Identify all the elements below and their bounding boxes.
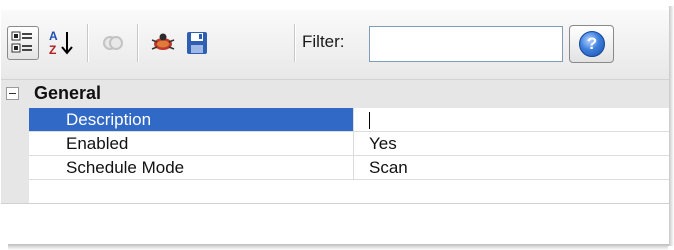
svg-text:Z: Z: [49, 43, 56, 57]
property-grid: General Description Enabled Yes Schedule…: [1, 80, 669, 244]
property-row-schedule-mode[interactable]: Schedule Mode Scan: [29, 156, 669, 180]
property-grid-panel: A Z Filter: ? General Description Enable…: [0, 0, 669, 244]
property-pages-button[interactable]: [97, 26, 129, 60]
collapse-icon[interactable]: [6, 87, 19, 100]
save-button[interactable]: [181, 26, 213, 60]
property-name[interactable]: Enabled: [29, 132, 354, 155]
debug-button[interactable]: [147, 26, 179, 60]
property-pages-icon: [97, 36, 129, 64]
property-row-description[interactable]: Description: [29, 108, 669, 132]
grid-gutter: [1, 108, 29, 204]
toolbar-separator: [87, 24, 88, 62]
categorized-icon: [8, 31, 38, 63]
top-strip: [1, 0, 669, 10]
sort-az-icon: A Z: [45, 29, 77, 64]
category-label: General: [34, 83, 102, 103]
toolbar-separator: [137, 24, 138, 62]
property-value[interactable]: Scan: [355, 156, 669, 179]
text-caret: [369, 112, 370, 130]
save-icon: [181, 32, 213, 64]
help-icon: ?: [579, 31, 605, 57]
window-shadow-bottom: [8, 244, 668, 250]
alphabetical-sort-button[interactable]: A Z: [45, 26, 77, 60]
property-value[interactable]: Yes: [355, 132, 669, 155]
toolbar-separator: [294, 24, 295, 62]
filter-input[interactable]: [369, 26, 563, 62]
categorized-view-button[interactable]: [7, 26, 39, 60]
help-button[interactable]: ?: [569, 25, 614, 63]
svg-text:A: A: [49, 29, 58, 43]
bug-icon: [147, 33, 179, 64]
category-row-general[interactable]: General: [1, 80, 669, 108]
property-row-enabled[interactable]: Enabled Yes: [29, 132, 669, 156]
filter-label: Filter:: [302, 32, 345, 51]
property-name[interactable]: Schedule Mode: [29, 156, 354, 179]
property-name[interactable]: Description: [29, 108, 354, 131]
grid-footer-divider: [1, 203, 669, 204]
property-value-description[interactable]: [355, 108, 669, 131]
toolbar: A Z Filter: ?: [1, 10, 669, 80]
